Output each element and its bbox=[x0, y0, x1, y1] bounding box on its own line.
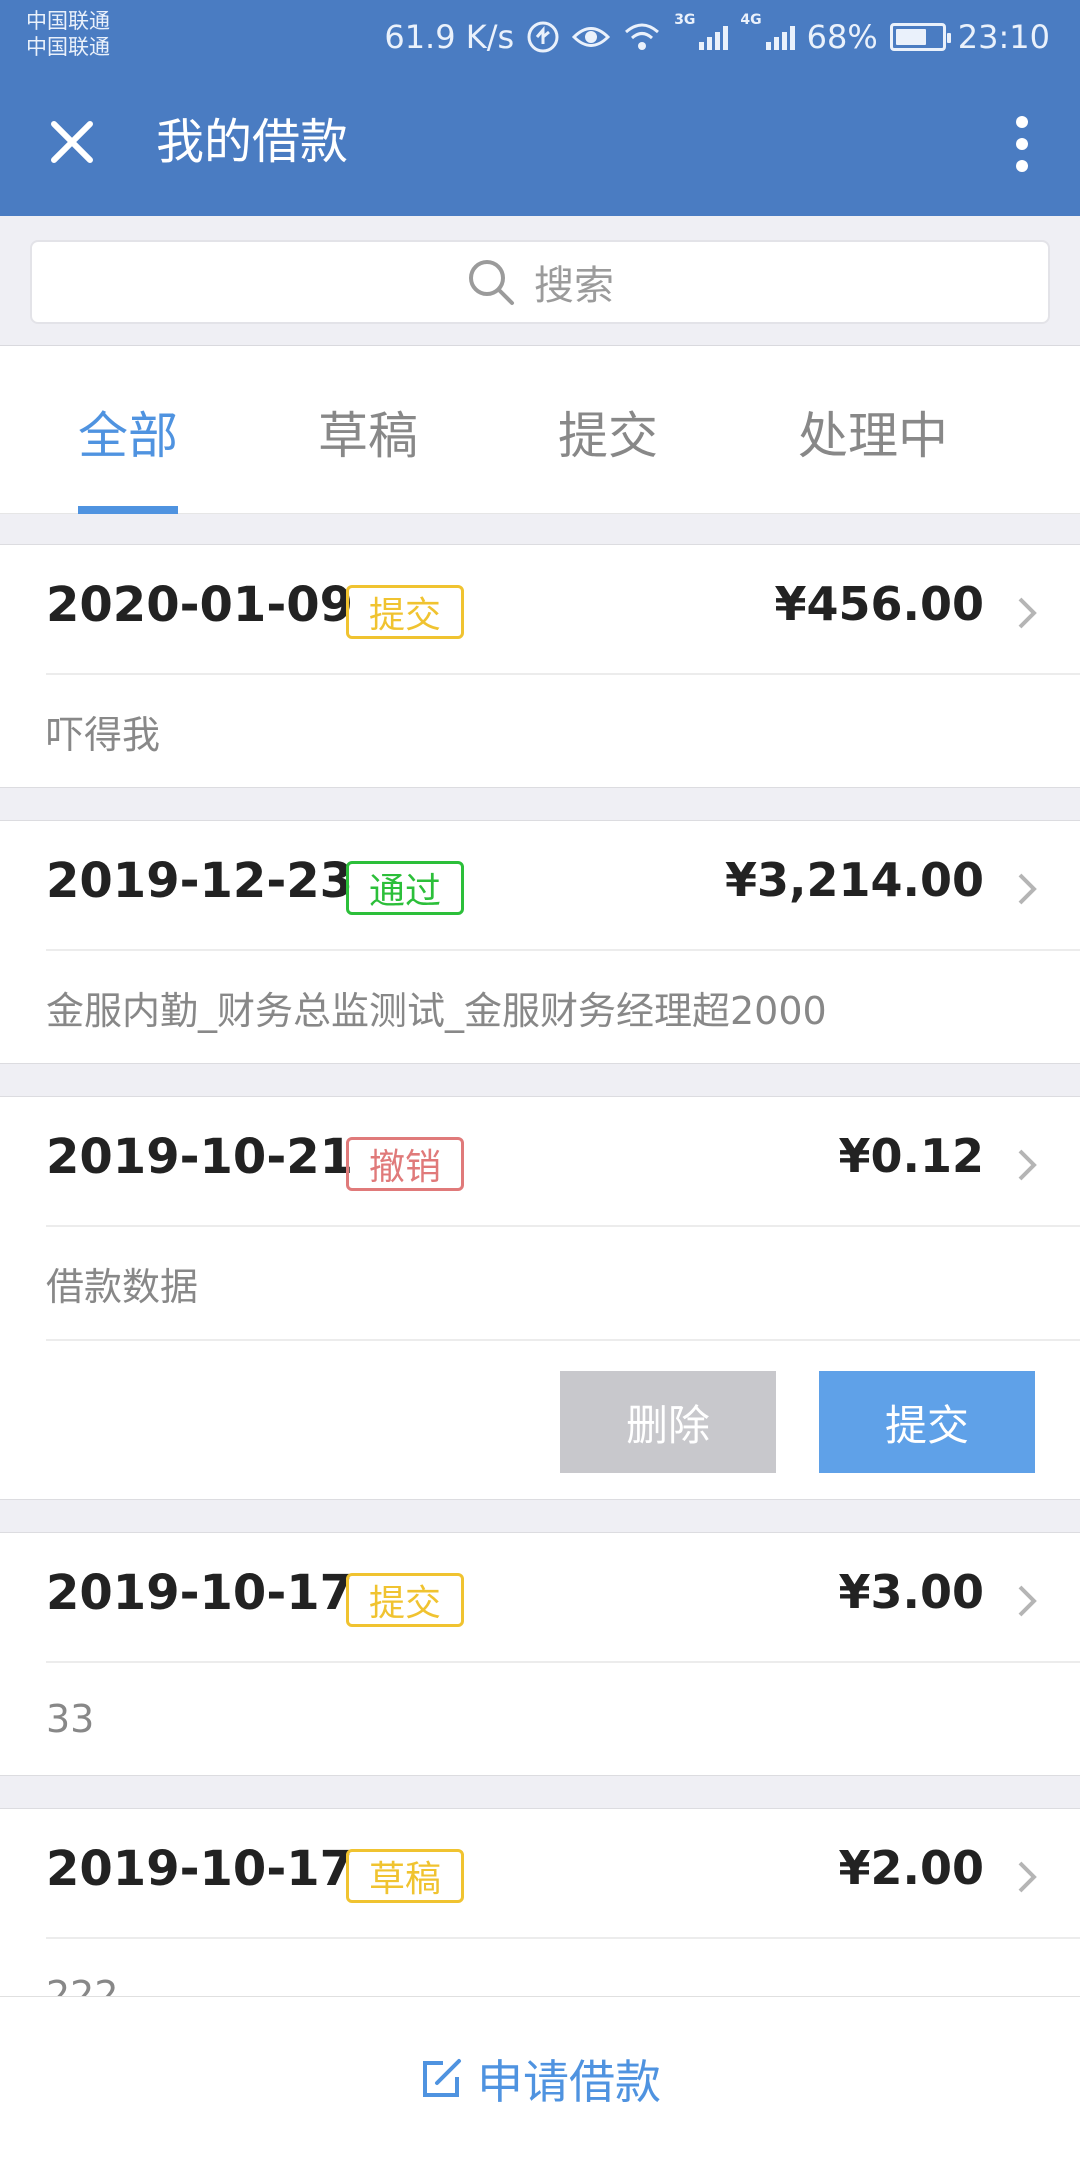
loan-amount: ¥0.12 bbox=[838, 1129, 984, 1183]
loan-card[interactable]: 2019-10-17 提交 ¥3.00 33 bbox=[0, 1532, 1080, 1776]
status-bar: 中国联通 中国联通 61.9 K/s 3G 4G 68% 23:10 bbox=[0, 0, 1080, 72]
loan-description: 借款数据 bbox=[46, 1264, 199, 1309]
carrier-1: 中国联通 bbox=[26, 9, 110, 33]
tab-all-label: 全部 bbox=[78, 407, 178, 465]
close-button[interactable] bbox=[40, 110, 104, 174]
loan-card-header: 2019-10-17 草稿 ¥2.00 bbox=[46, 1809, 1080, 1939]
loan-card-header: 2019-12-23 通过 ¥3,214.00 bbox=[46, 821, 1080, 951]
network-speed: 61.9 K/s bbox=[384, 18, 515, 56]
loan-card-header: 2019-10-17 提交 ¥3.00 bbox=[46, 1533, 1080, 1663]
signal-3g-icon bbox=[699, 24, 729, 50]
top-bar: 中国联通 中国联通 61.9 K/s 3G 4G 68% 23:10 我的借款 bbox=[0, 0, 1080, 216]
chevron-right-icon bbox=[1018, 1149, 1037, 1181]
delete-button[interactable]: 删除 bbox=[560, 1371, 776, 1473]
loan-card[interactable]: 2020-01-09 提交 ¥456.00 吓得我 bbox=[0, 544, 1080, 788]
tab-processing[interactable]: 处理中 bbox=[798, 396, 948, 514]
loan-card[interactable]: 2019-12-23 通过 ¥3,214.00 金服内勤_财务总监测试_金服财务… bbox=[0, 820, 1080, 1064]
loan-amount: ¥3,214.00 bbox=[725, 853, 984, 907]
search-placeholder: 搜索 bbox=[534, 263, 614, 309]
data-saver-icon bbox=[527, 21, 559, 53]
network-3g-label: 3G bbox=[674, 12, 696, 28]
status-badge: 撤销 bbox=[346, 1137, 464, 1191]
loan-date: 2019-10-17 bbox=[46, 1841, 354, 1897]
nav-bar: 我的借款 bbox=[0, 72, 1080, 216]
search-input[interactable]: 搜索 bbox=[30, 240, 1050, 324]
chevron-right-icon bbox=[1018, 597, 1037, 629]
status-badge: 提交 bbox=[346, 1573, 464, 1627]
loan-card[interactable]: 2019-10-21 撤销 ¥0.12 借款数据 删除 提交 bbox=[0, 1096, 1080, 1500]
chevron-right-icon bbox=[1018, 1585, 1037, 1617]
search-icon bbox=[469, 260, 514, 305]
tab-submitted-label: 提交 bbox=[558, 407, 658, 465]
chevron-right-icon bbox=[1018, 1861, 1037, 1893]
status-badge: 通过 bbox=[346, 861, 464, 915]
loan-card-header: 2019-10-21 撤销 ¥0.12 bbox=[46, 1097, 1080, 1227]
status-indicators: 61.9 K/s 3G 4G 68% 23:10 bbox=[384, 12, 1050, 62]
loan-amount: ¥2.00 bbox=[838, 1841, 984, 1895]
status-badge: 草稿 bbox=[346, 1849, 464, 1903]
tab-submitted[interactable]: 提交 bbox=[558, 396, 658, 514]
loan-actions: 删除 提交 bbox=[46, 1339, 1080, 1499]
eye-icon bbox=[572, 27, 611, 47]
status-badge: 提交 bbox=[346, 585, 464, 639]
tab-draft[interactable]: 草稿 bbox=[318, 396, 418, 514]
loan-amount: ¥3.00 bbox=[838, 1565, 984, 1619]
close-icon bbox=[51, 121, 93, 163]
filter-tabs: 全部 草稿 提交 处理中 bbox=[0, 346, 1080, 514]
network-4g-label: 4G bbox=[740, 12, 762, 28]
loan-date: 2019-10-17 bbox=[46, 1565, 354, 1621]
signal-4g-icon bbox=[765, 24, 795, 50]
loan-amount: ¥456.00 bbox=[774, 577, 984, 631]
carrier-2: 中国联通 bbox=[26, 35, 110, 59]
submit-button[interactable]: 提交 bbox=[819, 1371, 1035, 1473]
loan-date: 2019-12-23 bbox=[46, 853, 354, 909]
battery-icon bbox=[889, 23, 951, 51]
apply-loan-button[interactable]: 申请借款 bbox=[0, 1996, 1080, 2160]
loan-date: 2020-01-09 bbox=[46, 577, 354, 633]
loan-description: 吓得我 bbox=[46, 712, 161, 757]
search-section: 搜索 bbox=[0, 216, 1080, 346]
tab-processing-label: 处理中 bbox=[798, 407, 948, 465]
tab-all[interactable]: 全部 bbox=[78, 396, 178, 514]
more-vertical-icon bbox=[1016, 116, 1028, 128]
loan-description: 金服内勤_财务总监测试_金服财务经理超2000 bbox=[46, 988, 827, 1033]
apply-loan-label: 申请借款 bbox=[477, 2054, 661, 2109]
clock: 23:10 bbox=[957, 18, 1050, 56]
wifi-icon bbox=[625, 23, 660, 50]
battery-percent: 68% bbox=[806, 18, 878, 56]
loan-card-header: 2020-01-09 提交 ¥456.00 bbox=[46, 545, 1080, 675]
tab-draft-label: 草稿 bbox=[318, 407, 418, 465]
more-button[interactable] bbox=[992, 108, 1052, 180]
edit-icon bbox=[423, 2058, 461, 2097]
page-title: 我的借款 bbox=[156, 114, 349, 170]
loan-date: 2019-10-21 bbox=[46, 1129, 354, 1185]
chevron-right-icon bbox=[1018, 873, 1037, 905]
tab-active-indicator bbox=[78, 506, 178, 514]
carrier-info: 中国联通 中国联通 bbox=[26, 8, 110, 60]
loan-description: 33 bbox=[46, 1697, 95, 1741]
